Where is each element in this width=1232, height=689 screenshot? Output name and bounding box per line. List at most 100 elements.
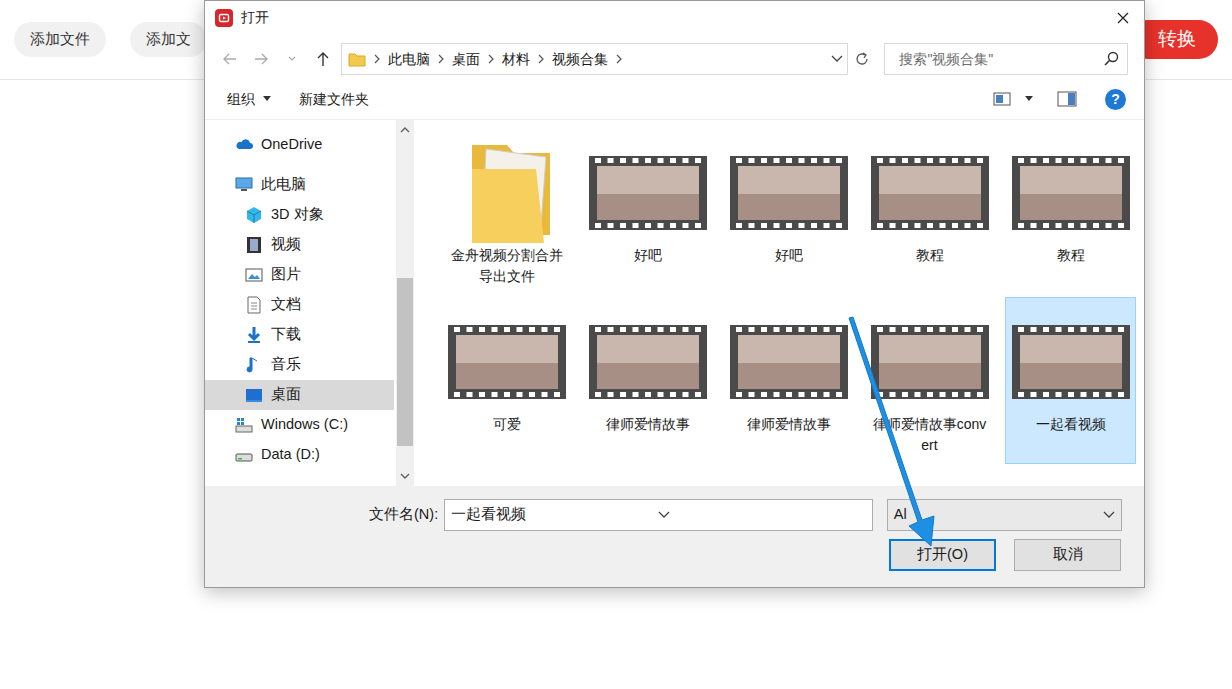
video-thumbnail-icon <box>448 325 566 399</box>
filter-value: Al <box>894 504 1103 526</box>
filename-input[interactable]: 一起看视频 <box>444 499 873 531</box>
up-icon[interactable] <box>310 46 335 72</box>
breadcrumb-item[interactable]: 视频合集 <box>552 49 608 70</box>
file-name: 可爱 <box>442 412 571 435</box>
cancel-button[interactable]: 取消 <box>1014 539 1121 571</box>
sidebar-label: 图片 <box>271 264 301 286</box>
scroll-thumb[interactable] <box>397 278 413 446</box>
file-type-filter[interactable]: Al <box>887 499 1122 531</box>
address-bar[interactable]: 此电脑 桌面 材料 视频合集 <box>341 43 848 75</box>
sidebar-label: 3D 对象 <box>271 204 324 226</box>
file-item[interactable]: 律师爱情故事convert <box>864 297 995 464</box>
sidebar-item[interactable]: 图片 <box>205 260 394 290</box>
button-row: 打开(O) 取消 <box>205 539 1122 571</box>
sidebar-item[interactable]: Data (D:) <box>205 440 394 470</box>
sidebar-item[interactable]: OneDrive <box>205 130 394 160</box>
video-thumbnail-icon <box>1012 156 1130 230</box>
dropdown-icon <box>1103 509 1115 521</box>
cloud-icon <box>235 136 253 154</box>
sidebar-label: Windows (C:) <box>261 414 348 436</box>
sidebar-label: 桌面 <box>271 384 301 406</box>
filename-label: 文件名(N): <box>205 504 444 526</box>
drive-icon <box>235 446 253 464</box>
close-icon[interactable] <box>1116 11 1130 25</box>
separator-icon <box>373 53 381 65</box>
preview-pane-icon[interactable] <box>1057 91 1077 107</box>
title-bar: 打开 <box>205 1 1144 34</box>
sidebar-label: 此电脑 <box>261 174 306 196</box>
file-item[interactable]: 一起看视频 <box>1005 297 1136 464</box>
filename-row: 文件名(N): 一起看视频 Al <box>205 499 1122 531</box>
pc-icon <box>235 176 253 194</box>
file-name: 教程 <box>1006 243 1135 266</box>
dialog-body: OneDrive 此电脑 3D 对象视频图片文档下载音乐桌面 Windows (C:)… <box>205 119 1144 486</box>
organize-button[interactable]: 组织 <box>227 89 271 110</box>
file-thumbnail <box>442 312 571 412</box>
sidebar-label: 音乐 <box>271 354 301 376</box>
file-name: 律师爱情故事 <box>583 412 712 435</box>
file-item[interactable]: 律师爱情故事 <box>723 297 854 464</box>
breadcrumb-item[interactable]: 桌面 <box>452 49 480 70</box>
organize-label: 组织 <box>227 89 255 110</box>
file-item[interactable]: 金舟视频分割合并导出文件 <box>441 128 572 295</box>
add-file-button[interactable]: 添加文 <box>130 22 207 57</box>
file-thumbnail <box>724 143 853 243</box>
sidebar-label: 视频 <box>271 234 301 256</box>
file-item[interactable]: 教程 <box>864 128 995 295</box>
sidebar-label: 下载 <box>271 324 301 346</box>
open-button[interactable]: 打开(O) <box>889 539 996 571</box>
separator-icon <box>437 53 445 65</box>
back-icon[interactable] <box>217 46 242 72</box>
separator-icon <box>537 53 545 65</box>
video-thumbnail-icon <box>589 156 707 230</box>
navigation-pane: OneDrive 此电脑 3D 对象视频图片文档下载音乐桌面 Windows (C:)… <box>205 120 414 486</box>
forward-icon[interactable] <box>248 46 273 72</box>
file-thumbnail <box>442 143 571 243</box>
file-item[interactable]: 好吧 <box>723 128 854 295</box>
file-name: 律师爱情故事 <box>724 412 853 435</box>
sidebar-scrollbar[interactable] <box>396 120 414 486</box>
help-button[interactable]: ? <box>1105 89 1126 110</box>
new-folder-button[interactable]: 新建文件夹 <box>299 89 369 110</box>
file-item[interactable]: 好吧 <box>582 128 713 295</box>
dialog-footer: 文件名(N): 一起看视频 Al 打开(O) 取消 <box>205 486 1144 587</box>
sidebar-item[interactable]: 下载 <box>205 320 394 350</box>
sidebar-item[interactable]: 3D 对象 <box>205 200 394 230</box>
file-thumbnail <box>724 312 853 412</box>
file-item[interactable]: 律师爱情故事 <box>582 297 713 464</box>
sidebar-item[interactable]: 视频 <box>205 230 394 260</box>
search-box <box>884 43 1128 75</box>
sidebar-item[interactable]: Windows (C:) <box>205 410 394 440</box>
filename-value: 一起看视频 <box>451 504 658 526</box>
sidebar-item[interactable]: 文档 <box>205 290 394 320</box>
add-file-button[interactable]: 添加文件 <box>14 22 106 57</box>
file-item[interactable]: 教程 <box>1005 128 1136 295</box>
breadcrumb-item[interactable]: 材料 <box>502 49 530 70</box>
sidebar-item[interactable]: 此电脑 <box>205 170 394 200</box>
system-drive-icon <box>235 416 253 434</box>
file-list: 金舟视频分割合并导出文件好吧好吧教程教程可爱律师爱情故事律师爱情故事律师爱情故事… <box>414 120 1144 486</box>
recent-icon[interactable] <box>279 46 304 72</box>
file-name: 金舟视频分割合并导出文件 <box>442 243 571 287</box>
navigation-list: OneDrive 此电脑 3D 对象视频图片文档下载音乐桌面 Windows (C:)… <box>205 120 394 470</box>
file-item[interactable]: 可爱 <box>441 297 572 464</box>
caret-icon <box>1025 96 1033 102</box>
breadcrumb-item[interactable]: 此电脑 <box>388 49 430 70</box>
sidebar-label: Data (D:) <box>261 444 320 466</box>
scroll-up-arrow[interactable] <box>396 122 414 138</box>
scroll-down-arrow[interactable] <box>396 468 414 484</box>
folder-icon <box>348 50 366 68</box>
sidebar-label: 文档 <box>271 294 301 316</box>
video-thumbnail-icon <box>730 325 848 399</box>
view-controls: ? <box>993 89 1126 110</box>
address-row: 此电脑 桌面 材料 视频合集 <box>205 39 1144 79</box>
refresh-icon[interactable] <box>854 51 870 67</box>
sidebar-item[interactable]: 桌面 <box>205 380 394 410</box>
dialog-title: 打开 <box>241 7 1108 28</box>
cube-icon <box>245 206 263 224</box>
video-thumbnail-icon <box>1012 325 1130 399</box>
view-icon[interactable] <box>993 92 1011 106</box>
search-input[interactable] <box>897 48 1103 71</box>
annotation-arrow-icon <box>0 0 1232 689</box>
sidebar-item[interactable]: 音乐 <box>205 350 394 380</box>
